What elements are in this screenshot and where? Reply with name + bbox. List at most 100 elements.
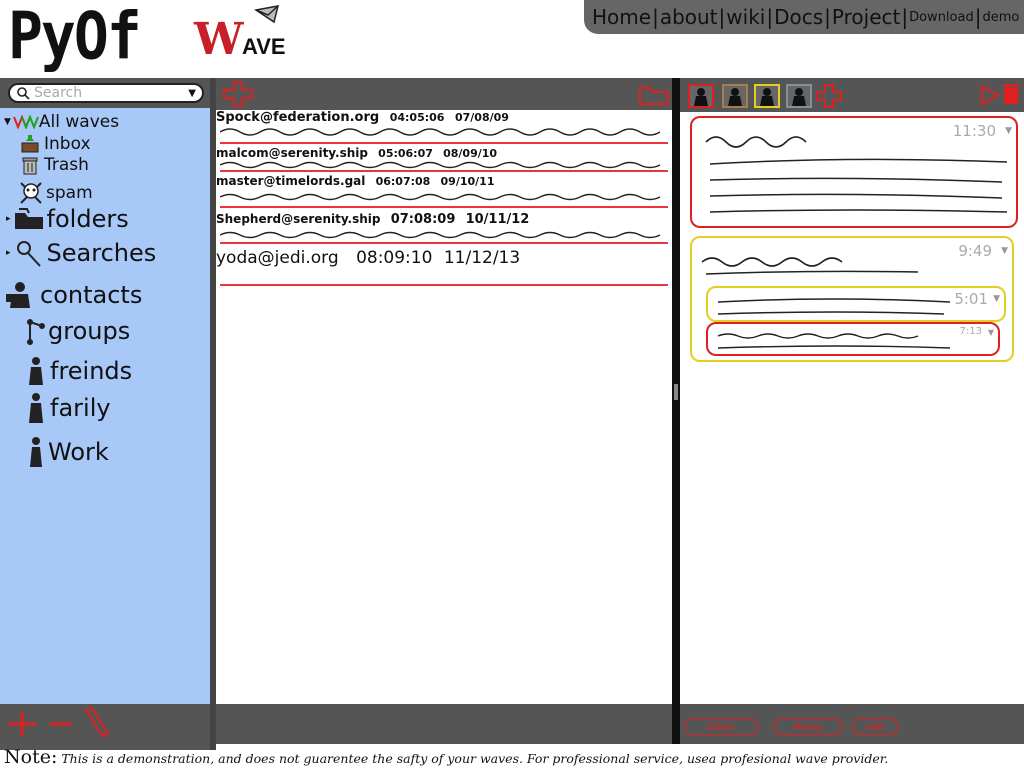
wave-preview-scribble bbox=[220, 231, 661, 239]
nav-demo-link[interactable]: demo bbox=[982, 10, 1019, 25]
sidebar-item-folders[interactable]: ▸ folders bbox=[6, 205, 129, 233]
skull-icon bbox=[20, 182, 42, 204]
nav-project-link[interactable]: Project bbox=[832, 5, 900, 29]
reply-button[interactable]: Reply bbox=[774, 718, 842, 736]
person-icon bbox=[30, 437, 42, 467]
sidebar-item-inbox[interactable]: Inbox bbox=[20, 134, 91, 154]
splitter-grip[interactable] bbox=[674, 384, 678, 400]
groups-icon bbox=[27, 319, 45, 345]
sidebar-item-label: Work bbox=[48, 438, 109, 466]
wave-preview-scribble bbox=[220, 193, 661, 201]
blip-content-scribble bbox=[717, 298, 951, 315]
note-text: This is a demonstration, and does not gu… bbox=[61, 751, 889, 766]
play-icon[interactable] bbox=[980, 84, 1000, 106]
inbox-icon bbox=[21, 135, 39, 153]
sidebar-item-freinds[interactable]: freinds bbox=[26, 356, 132, 386]
sidebar-item-spam[interactable]: spam bbox=[18, 180, 93, 206]
magnifier-icon bbox=[16, 241, 41, 267]
wave-preview-scribble bbox=[220, 128, 661, 136]
person-icon bbox=[29, 357, 43, 385]
nav-wiki-link[interactable]: wiki bbox=[726, 5, 765, 29]
blip-content-scribble bbox=[705, 136, 1008, 213]
wave-list-item[interactable]: yoda@jedi.org 08:09:10 11/12/13 bbox=[216, 244, 672, 288]
blip-time: 7:13 bbox=[959, 326, 982, 337]
add-participant-icon[interactable] bbox=[816, 84, 842, 108]
pyof-logo: PyOf bbox=[8, 0, 142, 75]
nav-about-link[interactable]: about bbox=[660, 5, 718, 29]
nav-separator: | bbox=[901, 5, 909, 29]
participant-avatar[interactable] bbox=[786, 84, 812, 108]
top-navigation: Home | about | wiki | Docs | Project | D… bbox=[584, 0, 1024, 34]
wave-list-toolbar bbox=[216, 78, 674, 110]
blip-reply[interactable]: 7:13 ▼ bbox=[706, 322, 1000, 356]
sidebar-item-label: Trash bbox=[44, 155, 89, 175]
search-input[interactable] bbox=[34, 85, 184, 101]
wave-list-item[interactable]: master@timelords.gal 06:07:08 09/10/11 bbox=[216, 172, 672, 208]
sidebar-item-label: Inbox bbox=[44, 134, 91, 154]
collapse-icon: ▸ bbox=[6, 248, 11, 258]
sidebar-item-label: groups bbox=[48, 317, 131, 345]
blip-menu-icon[interactable]: ▼ bbox=[988, 328, 994, 337]
participant-avatar[interactable] bbox=[722, 84, 748, 108]
participant-avatar[interactable] bbox=[688, 84, 714, 108]
add-folder-icon[interactable] bbox=[4, 708, 40, 740]
nav-docs-link[interactable]: Docs bbox=[774, 5, 823, 29]
blip-reply[interactable]: 5:01 ▼ bbox=[706, 286, 1006, 322]
blip[interactable]: 11:30 ▼ bbox=[690, 116, 1018, 228]
person-icon bbox=[792, 88, 806, 106]
search-box[interactable]: ▼ bbox=[8, 83, 204, 103]
person-icon bbox=[29, 393, 43, 423]
wave-list: Spock@federation.org 04:05:06 07/08/09 m… bbox=[216, 110, 672, 704]
wave-icon bbox=[12, 115, 39, 129]
new-wave-icon[interactable] bbox=[222, 80, 254, 108]
nav-download-link[interactable]: Download bbox=[909, 10, 974, 25]
wave-row-separator bbox=[220, 284, 668, 286]
sidebar-item-contacts[interactable]: contacts bbox=[4, 280, 142, 310]
sidebar-item-work[interactable]: Work bbox=[28, 436, 109, 468]
envelope-icon bbox=[254, 5, 280, 24]
sidebar-item-farily[interactable]: farily bbox=[26, 392, 111, 424]
delete-icon[interactable] bbox=[1002, 82, 1020, 106]
sidebar-item-trash[interactable]: Trash bbox=[20, 155, 89, 175]
wave-sender: Spock@federation.org bbox=[216, 110, 380, 125]
nav-separator: | bbox=[718, 5, 726, 29]
inbox-button[interactable]: Inbox bbox=[684, 718, 758, 736]
wave-logo-text: AVE bbox=[242, 34, 286, 59]
sidebar-item-searches[interactable]: ▸ Searches bbox=[6, 238, 156, 268]
blip-menu-icon[interactable]: ▼ bbox=[1001, 246, 1008, 256]
wave-list-item[interactable]: Shepherd@serenity.ship 07:08:09 10/11/12 bbox=[216, 208, 672, 244]
search-icon bbox=[17, 87, 30, 100]
wave-logo: W AVE bbox=[190, 4, 300, 65]
wave-sender: master@timelords.gal bbox=[216, 174, 366, 188]
wave-list-item[interactable]: malcom@serenity.ship 05:06:07 08/09/10 bbox=[216, 144, 672, 172]
blip-menu-icon[interactable]: ▼ bbox=[993, 294, 1000, 304]
search-dropdown-icon[interactable]: ▼ bbox=[188, 88, 196, 99]
blip-time: 5:01 bbox=[954, 290, 988, 308]
wave-date: 10/11/12 bbox=[465, 212, 530, 227]
sidebar-item-groups[interactable]: groups bbox=[24, 316, 130, 346]
contacts-icon bbox=[6, 282, 30, 308]
wave-date: 07/08/09 bbox=[454, 111, 509, 124]
wave-logo-w: W bbox=[194, 14, 244, 65]
edit-pencil-icon[interactable] bbox=[82, 704, 112, 740]
sidebar-item-label: All waves bbox=[38, 112, 120, 132]
participant-avatar[interactable] bbox=[754, 84, 780, 108]
sidebar-item-all-waves[interactable]: ▼ All waves bbox=[4, 112, 119, 132]
nav-separator: | bbox=[766, 5, 774, 29]
sidebar-item-label: spam bbox=[46, 183, 93, 203]
blip-content-scribble bbox=[717, 333, 951, 349]
wave-time: 07:08:09 bbox=[390, 212, 456, 227]
wave-time: 08:09:10 bbox=[356, 248, 433, 268]
pane-splitter[interactable] bbox=[672, 78, 680, 744]
sidebar-item-label: freinds bbox=[50, 357, 133, 385]
folder-icon bbox=[14, 208, 43, 229]
nav-home-link[interactable]: Home bbox=[592, 5, 651, 29]
sidebar-item-label: folders bbox=[46, 205, 129, 233]
remove-folder-icon[interactable] bbox=[46, 708, 76, 740]
edit-button[interactable]: edit bbox=[852, 718, 898, 736]
move-to-folder-icon[interactable] bbox=[638, 82, 670, 106]
nav-separator: | bbox=[974, 5, 982, 29]
wave-list-item[interactable]: Spock@federation.org 04:05:06 07/08/09 bbox=[216, 110, 672, 144]
expand-icon: ▼ bbox=[4, 117, 11, 127]
note-label: Note: bbox=[4, 746, 58, 768]
